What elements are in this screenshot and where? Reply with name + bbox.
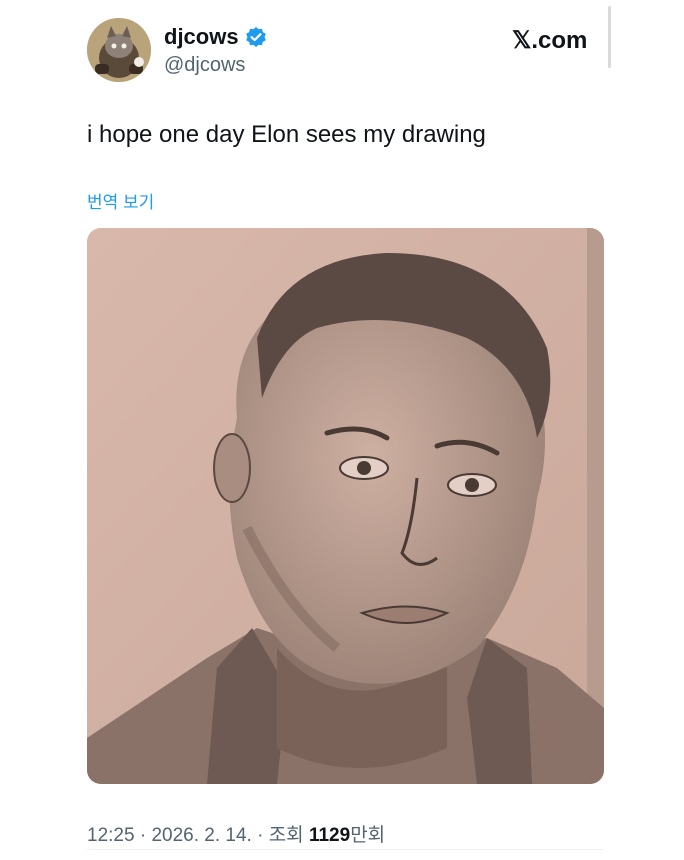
avatar[interactable] xyxy=(87,18,151,82)
views-label: 조회 xyxy=(268,825,304,846)
verified-badge-icon xyxy=(245,26,267,48)
scrollbar[interactable] xyxy=(608,6,611,68)
tweet-text: i hope one day Elon sees my drawing xyxy=(87,121,486,148)
tweet-meta: 12:25 · 2026. 2. 14. · 조회 1129만회 xyxy=(87,820,385,847)
divider xyxy=(87,849,604,850)
translate-link[interactable]: 번역 보기 xyxy=(87,188,154,213)
tweet-time[interactable]: 12:25 xyxy=(87,825,135,846)
pencil-portrait-drawing xyxy=(87,228,604,784)
views-unit: 만회 xyxy=(350,825,386,846)
handle[interactable]: @djcows xyxy=(164,54,267,77)
meta-separator: · xyxy=(251,825,269,846)
author-info: djcows @djcows xyxy=(164,24,267,77)
meta-separator: · xyxy=(134,825,152,846)
tweet-date[interactable]: 2026. 2. 14. xyxy=(151,825,251,846)
x-logo-icon[interactable]: 𝕏.com xyxy=(512,26,587,55)
tweet-header: djcows @djcows 𝕏.com xyxy=(87,18,597,88)
tweet-image[interactable] xyxy=(87,228,604,784)
views-count: 1129 xyxy=(308,825,351,846)
display-name[interactable]: djcows xyxy=(164,24,239,50)
